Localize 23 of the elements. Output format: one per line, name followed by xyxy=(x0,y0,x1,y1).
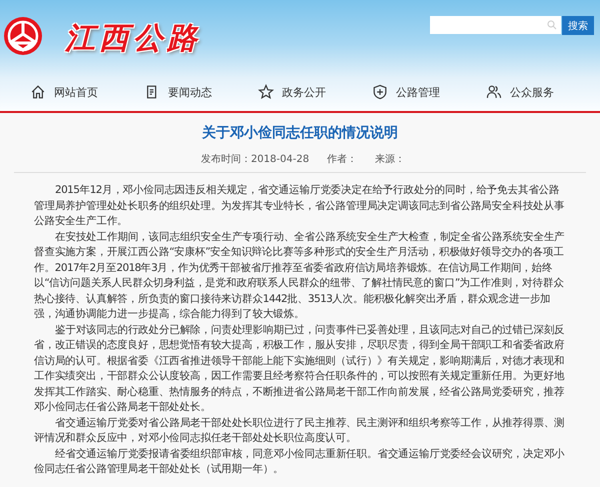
home-icon xyxy=(30,84,46,100)
meta-text: 发布时间：2018-04-28 xyxy=(200,152,310,166)
search-icon xyxy=(547,20,557,30)
nav-link[interactable]: 网站首页 xyxy=(30,84,144,100)
nav-link[interactable]: 政务公开 xyxy=(258,84,372,100)
article-paragraph: 省交通运输厅党委对省公路局老干部处处长职位进行了民主推荐、民主测评和组织考察等工作，从推荐得票、测评情况和群众反应中，对邓小俭同志拟任老干部处处长职位高度认可。 xyxy=(34,416,566,446)
search-button[interactable]: 搜索 xyxy=(562,16,594,35)
logo-text: 江西公路 xyxy=(65,21,201,57)
article-paragraph: 经省交通运输厅党委报请省委组织部审核，同意邓小俭同志重新任职。省交通运输厅党委经会议研究，决定邓小俭同志任省公路管理局老干部处处长（试用期一年）。 xyxy=(34,446,566,477)
article-paragraph: 鉴于对该同志的行政处分已解除，问责处理影响期已过，问责事件已妥善处理，且该同志对自己的过错已深刻反省，改正错误的态度良好，思想觉悟有较大提高，积极工作，服从安排，尽职尽责，得到全局干部职工和省委省政府信访局的认可。根据省委《江西省推进领导干部能上能下实施细则（试行）》有关规定，影响期满后，对德才表现和工作实绩突出，干部群众公认度较高，因工作需要且经考察符合任职条件的，可以按照有关规定重新任用。为更好地发挥其工作踏实、耐心稳重、热情服务的特点，不断推进省公路局老干部工作向前发展，经省公路局党委研究，推荐邓小俭同志任省公路局老干部处处长。 xyxy=(34,322,566,415)
nav-link[interactable]: 公众服务 xyxy=(486,84,600,100)
article-paragraph: 2015年12月，邓小俭同志因违反相关规定，省交通运输厅党委决定在给予行政处分的同时，给予免去其省公路管理局养护管理处处长职务的组织处理。为发挥其专业特长，省公路管理局决定调该同志到省公路局安全科技处从事公路安全生产工作。 xyxy=(34,183,566,229)
search-field[interactable] xyxy=(430,16,561,34)
people-icon xyxy=(486,84,502,100)
meta-text: 作者： xyxy=(327,152,358,166)
nav-link[interactable]: 公路管理 xyxy=(372,84,486,100)
star-icon xyxy=(258,84,274,100)
article-paragraph: 在安技处工作期间，该同志组织安全生产专项行动、全省公路系统安全生产大检查，制定全省公路系统安全生产督查实施方案，开展江西公路“安康杯”安全知识辩论比赛等多种形式的安全生产月活动，积极做好领导交办的各项工作。2017年2月至2018年3月，作为优秀干部被省厅推荐至省委省政府信访局培养锻炼。在信访局工作期间，始终以“信访问题关系人民群众切身利益，是党和政府联系人民群众的纽带、了解社情民意的窗口”为工作准则，对待群众热心接待、认真解答，所负责的窗口接待来访群众1442批、3513人次。能积极化解突出矛盾，群众观念进一步加强，沟通协调能力进一步提高，综合能力得到了较大锻炼。 xyxy=(34,230,566,322)
logo-icon xyxy=(3,16,43,56)
article-title: 关于邓小俭同志任职的情况说明 xyxy=(200,124,399,142)
nav-link[interactable]: 要闻动态 xyxy=(144,84,258,100)
meta-text: 来源： xyxy=(375,152,406,166)
shield-plus-icon xyxy=(372,84,388,100)
